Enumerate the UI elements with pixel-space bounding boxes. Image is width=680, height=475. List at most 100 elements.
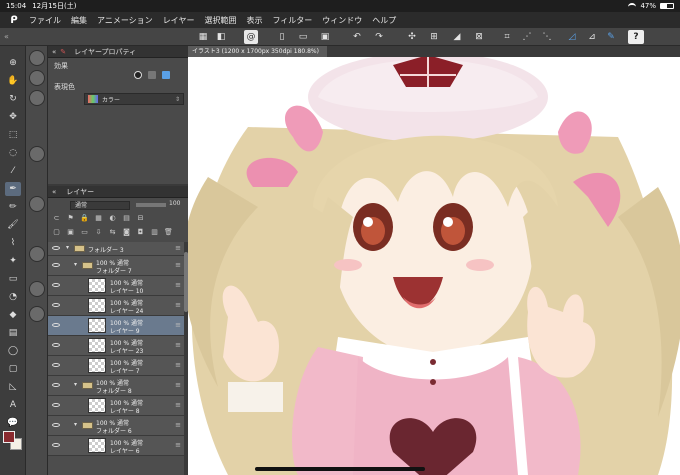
- layer-menu-icon[interactable]: ≡: [175, 244, 181, 252]
- brush-tool-icon[interactable]: 🖌: [5, 218, 21, 232]
- fill-icon[interactable]: ◢: [450, 30, 464, 44]
- expand-icon[interactable]: ▾: [74, 381, 77, 388]
- palette-icon[interactable]: ▤: [122, 214, 131, 223]
- snap-icon[interactable]: ⋰: [520, 30, 534, 44]
- menu-animation[interactable]: アニメーション: [92, 15, 158, 26]
- save-icon[interactable]: ▣: [318, 30, 332, 44]
- subtool-7[interactable]: [29, 281, 45, 297]
- apply-mask-icon[interactable]: ◘: [136, 228, 145, 237]
- layer-menu-icon[interactable]: ≡: [175, 301, 181, 309]
- subtool-6[interactable]: [29, 246, 45, 262]
- eyedropper-tool-icon[interactable]: ⁄: [5, 164, 21, 178]
- frame-tool-icon[interactable]: ▢: [5, 362, 21, 376]
- eye-icon[interactable]: [52, 323, 60, 327]
- collapse-left-icon[interactable]: «: [4, 32, 9, 41]
- blend-tool-icon[interactable]: ◔: [5, 290, 21, 304]
- move-tool-icon[interactable]: ✥: [5, 110, 21, 124]
- menu-selection[interactable]: 選択範囲: [199, 15, 241, 26]
- fill-tool-icon[interactable]: ◆: [5, 308, 21, 322]
- eye-icon[interactable]: [52, 363, 60, 367]
- eye-icon[interactable]: [52, 443, 60, 447]
- figure-tool-icon[interactable]: ◯: [5, 344, 21, 358]
- menu-filter[interactable]: フィルター: [267, 15, 317, 26]
- pencil-tool-icon[interactable]: ✏: [5, 200, 21, 214]
- layer-panel-tab[interactable]: « レイヤー: [48, 186, 188, 198]
- menu-window[interactable]: ウィンドウ: [317, 15, 367, 26]
- opacity-slider[interactable]: [136, 203, 166, 207]
- subtool-4[interactable]: [29, 146, 45, 162]
- subtool-1[interactable]: [29, 50, 45, 66]
- crop-icon[interactable]: ⌗: [500, 30, 514, 44]
- collapse-icon[interactable]: «: [52, 48, 56, 56]
- layer-row[interactable]: 100 % 通常 レイヤー 9 ≡: [48, 316, 184, 336]
- effect-border-icon[interactable]: [134, 71, 142, 79]
- layer-menu-icon[interactable]: ≡: [175, 261, 181, 269]
- layer-menu-icon[interactable]: ≡: [175, 281, 181, 289]
- lasso-tool-icon[interactable]: ◌: [5, 146, 21, 160]
- eye-icon[interactable]: [52, 403, 60, 407]
- eye-icon[interactable]: [52, 303, 60, 307]
- menu-layer[interactable]: レイヤー: [158, 15, 200, 26]
- layer-menu-icon[interactable]: ≡: [175, 361, 181, 369]
- decoration-tool-icon[interactable]: ✦: [5, 254, 21, 268]
- mesh-icon[interactable]: ⊞: [427, 30, 441, 44]
- effect-tone-icon[interactable]: [148, 71, 156, 79]
- effect-color-icon[interactable]: [162, 71, 170, 79]
- app-logo[interactable]: ᑭ: [4, 15, 24, 26]
- blend-mode-select[interactable]: 通常: [70, 201, 130, 210]
- layer-menu-icon[interactable]: ≡: [175, 381, 181, 389]
- canvas-tab[interactable]: イラスト3 (1200 x 1700px 350dpi 180.8%): [188, 46, 327, 57]
- hand-tool-icon[interactable]: ✋: [5, 74, 21, 88]
- pen-tool-icon[interactable]: ✒: [5, 182, 21, 196]
- undo-icon[interactable]: ↶: [350, 30, 364, 44]
- drawing-canvas[interactable]: [188, 57, 680, 475]
- spiral-icon[interactable]: @: [244, 30, 258, 44]
- menu-view[interactable]: 表示: [241, 15, 267, 26]
- ruler-create-icon[interactable]: ▥: [150, 228, 159, 237]
- eye-icon[interactable]: [52, 246, 60, 250]
- deselect-icon[interactable]: ⊠: [472, 30, 486, 44]
- help-button[interactable]: ?: [628, 30, 644, 44]
- expand-icon[interactable]: ▾: [74, 421, 77, 428]
- transfer-icon[interactable]: ⇆: [108, 228, 117, 237]
- new-layer-icon[interactable]: ▢: [52, 228, 61, 237]
- stabilizer-icon[interactable]: ⊿: [585, 30, 599, 44]
- lock-alpha-icon[interactable]: ▦: [94, 214, 103, 223]
- layer-menu-icon[interactable]: ≡: [175, 321, 181, 329]
- clip-icon[interactable]: ⊂: [52, 214, 61, 223]
- lock-icon[interactable]: 🔒: [80, 214, 89, 223]
- ruler-tool-icon[interactable]: ◺: [5, 380, 21, 394]
- eraser-tool-icon[interactable]: ▭: [5, 272, 21, 286]
- subtool-8[interactable]: [29, 306, 45, 322]
- expand-icon[interactable]: ▾: [74, 261, 77, 268]
- ruler-icon[interactable]: ⋱: [540, 30, 554, 44]
- layer-menu-icon[interactable]: ≡: [175, 341, 181, 349]
- zoom-tool-icon[interactable]: ⊕: [5, 56, 21, 70]
- rotate-tool-icon[interactable]: ↻: [5, 92, 21, 106]
- folder-row[interactable]: ▾ 100 % 通常 フォルダー 7 ≡: [48, 256, 184, 276]
- airbrush-tool-icon[interactable]: ⌇: [5, 236, 21, 250]
- property-panel-tab[interactable]: « ✎ レイヤープロパティ: [48, 46, 188, 58]
- layer-row[interactable]: 100 % 通常 レイヤー 24 ≡: [48, 296, 184, 316]
- merge-icon[interactable]: ⇩: [94, 228, 103, 237]
- reference-icon[interactable]: ⚑: [66, 214, 75, 223]
- subtool-3[interactable]: [29, 90, 45, 106]
- main-color-swatch[interactable]: [3, 431, 15, 443]
- pen-pressure-icon[interactable]: ◿: [565, 30, 579, 44]
- add-mask-icon[interactable]: ◙: [122, 228, 131, 237]
- layer-menu-icon[interactable]: ≡: [175, 441, 181, 449]
- folder-row[interactable]: ▾ 100 % 通常 フォルダー 6 ≡: [48, 416, 184, 436]
- layer-row[interactable]: 100 % 通常 レイヤー 7 ≡: [48, 356, 184, 376]
- eye-icon[interactable]: [52, 383, 60, 387]
- text-tool-icon[interactable]: A: [5, 398, 21, 412]
- layer-row[interactable]: 100 % 通常 レイヤー 8 ≡: [48, 396, 184, 416]
- mask-icon[interactable]: ◐: [108, 214, 117, 223]
- layer-row[interactable]: 100 % 通常 レイヤー 6 ≡: [48, 436, 184, 456]
- collapse-icon[interactable]: «: [52, 188, 56, 196]
- transform-icon[interactable]: ✣: [405, 30, 419, 44]
- eye-icon[interactable]: [52, 263, 60, 267]
- open-icon[interactable]: ▭: [296, 30, 310, 44]
- layer-row[interactable]: 100 % 通常 レイヤー 23 ≡: [48, 336, 184, 356]
- new-file-icon[interactable]: ▯: [275, 30, 289, 44]
- layer-menu-icon[interactable]: ≡: [175, 421, 181, 429]
